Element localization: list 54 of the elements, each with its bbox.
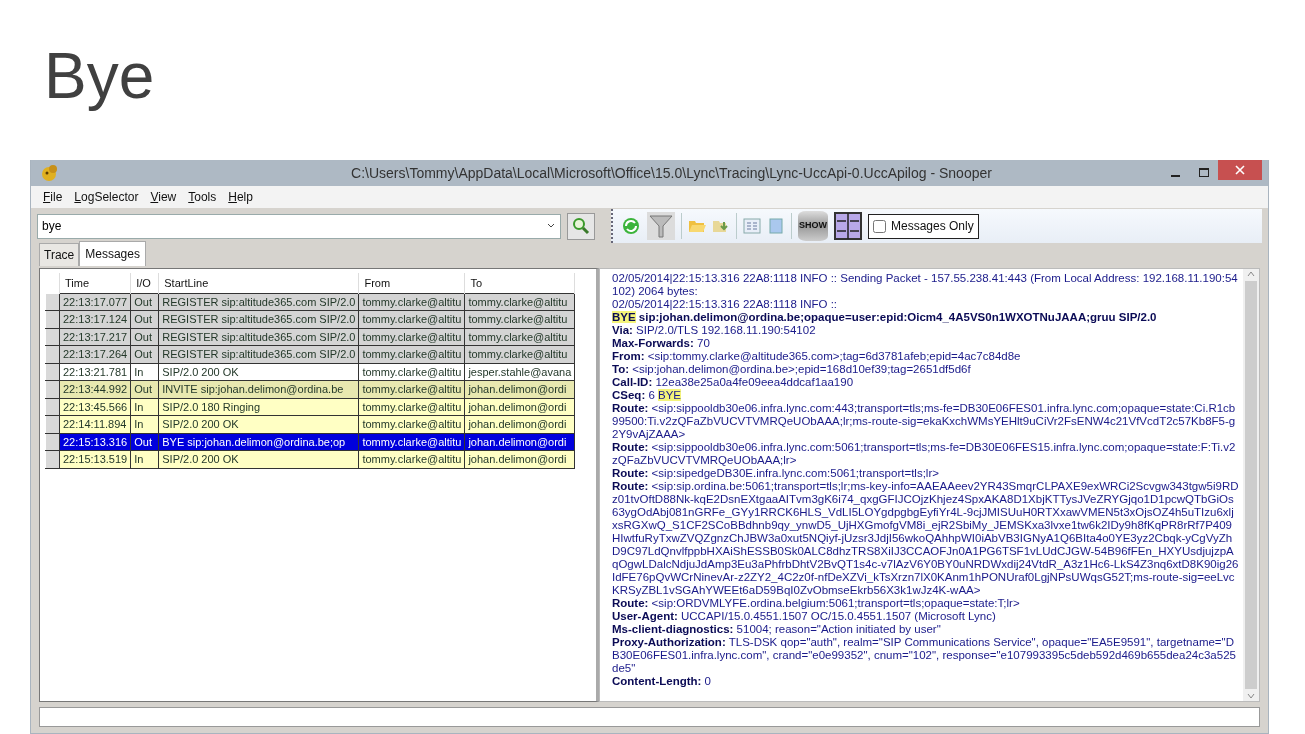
slide-title: Bye (43, 39, 156, 114)
message-line: From: <sip:tommy.clarke@altitude365.com>;tag=6d3781afeb;epid=4ac7c84d8e (612, 350, 1022, 363)
maximize-icon[interactable] (1198, 168, 1210, 178)
message-line: To: <sip:johan.delimon@ordina.be>;epid=168d10ef39;tag=2651df5d6f (612, 363, 972, 376)
scrollbar[interactable] (1243, 269, 1259, 701)
search-button[interactable] (567, 212, 595, 240)
tab[interactable]: Messages (79, 241, 146, 266)
messages-only-control[interactable]: Messages Only (868, 213, 979, 239)
refresh-icon[interactable] (621, 216, 641, 236)
menu-item[interactable]: Tools (184, 188, 221, 206)
close-icon[interactable] (1235, 165, 1245, 175)
message-line: BYE sip:johan.delimon@ordina.be;opaque=user:epid:Oicm4_4A5VS0n1WXOTNuJAAA;gruu SIP/2.0 (612, 311, 1158, 324)
table-cell: Out (130, 293, 159, 311)
message-line: Max-Forwards: 70 (612, 337, 711, 350)
message-line: 02/05/2014|22:15:13.316 22A8:1118 INFO :: (612, 298, 839, 311)
message-line: CSeq: 6 BYE (612, 389, 683, 402)
split-view-icon[interactable] (834, 212, 862, 240)
message-line: Route: <sip:sippooldb30e06.infra.lync.com:5061;transport=tls;ms-fe=DB30E06FES15.infra.lync.com;opaque=state:F:Ti.v2zQFaZbVUCVTVMRQeUObAAA;lr> (612, 441, 1237, 467)
column-header[interactable]: To (464, 273, 575, 293)
row-header[interactable] (45, 293, 60, 311)
table-cell: tommy.clarke@altitu (358, 293, 465, 311)
message-line: Route: <sip:ORDVMLYFE.ordina.belgium:5061;transport=tls;opaque=state:T;lr> (612, 597, 1021, 610)
show-database-button[interactable]: SHOW (798, 211, 828, 241)
menu-item[interactable]: View (146, 188, 181, 206)
column-header[interactable]: I/O (130, 273, 159, 293)
menu-item[interactable]: LogSelector (70, 188, 143, 206)
table-cell: REGISTER sip:altitude365.com SIP/2.0 (158, 293, 359, 311)
checkbox-label[interactable]: Messages Only (891, 217, 974, 235)
dropdown-caret-icon[interactable] (547, 223, 555, 230)
message-line: User-Agent: UCCAPI/15.0.4551.1507 OC/15.0.4551.1507 (Microsoft Lync) (612, 610, 997, 623)
message-line: 02/05/2014|22:15:13.316 22A8:1118 INFO :: Sending Packet - 157.55.238.41:443 (From Local Address: 192.168.11.190:54102) 2064 bytes: (612, 272, 1239, 298)
checkbox[interactable] (873, 219, 886, 233)
message-line: Call-ID: 12ea38e25a0a4fe09eea4ddcaf1aa190 (612, 376, 855, 389)
search-field[interactable]: bye (37, 213, 561, 239)
table-cell: 22:13:17.077 (59, 293, 131, 311)
menu-item[interactable]: File (39, 188, 67, 206)
column-header[interactable]: StartLine (158, 273, 359, 293)
window-title: C:\Users\Tommy\AppData\Local\Microsoft\Office\15.0\Lync\Tracing\Lync-UccApi-0.UccApilog - Snooper (350, 163, 993, 183)
folder-arrow-icon[interactable] (712, 218, 730, 234)
message-line: Via: SIP/2.0/TLS 192.168.11.190:54102 (612, 324, 817, 337)
column-header[interactable]: From (358, 273, 465, 293)
search-icon[interactable] (572, 217, 590, 235)
message-line: Route: <sip:sip.ordina.be:5061;transport=tls;lr;ms-key-info=AAEAAeev2YR43SmqrCLPAXE9exWRCi2Scvgw343tgw5i9RDz01tvOftD88Nk-kqE2DsnEXtgaaAITvm3gK6i74_qxgGFIJCOjzKhjez4SpxAKA8D1XbjKTTysJVeZRYGjqo1D1pcwQTbGiOs63ygOdAbj081nGRFe_GYy1RRCK6HLS_VdLI5LOYgdpgbgEyfiYr4L-9cjJMISUuH0RTXxawVMEN5t3xOjsOZ4h5uTIzu6xljxsRGXwQ_S1CF2SCoBBdhnb9qy_ynwD5_UjHXGmofgVM8i_ejR2SbiMy_JEMSKxa3lvxe1tw6k2IDy9h8fKqPR8rRf7P409HIwtfuRyTxwZVQZgnzChJBW3a0xut5NQiyf-jUzsr3JdjI56wkoQAhhpWI0iAbVB3IGNyA1Q6BIta4o0YE3yz2Cbqk-yCgVyZhD9C97LdQnvlfppbHXAiShESSB0Sk0ALC8dhzTRS8XiIJ3CCAOFJn0A1PG6TSF1vLUdCJGW-54B96fFEn_HXYUsdjujzpAqOgwLDalcNdjuJdAmp3Eu3aPhfrbDhtV2BvQT1s4c-v7lAzV6Y0BY0uNRDWxdij24VtdR_A3z1Hc6-LkS4Z3nq6xtD8K90ig26IdFE76pQvWCrNinevAr-z2ZY2_4C2z0f-nfDeXZVi_kTsXrzn7lX0KAnm1hPONUraf0LgjNPsUWqsG52T;ms-route-sig=eeLvcKRSyZBL1vSGAhYWEEt6aD59BqI0ZvObmseEkrb56X3k1wJz4K-wAA> (612, 480, 1239, 597)
menu-item[interactable]: Help (224, 188, 257, 206)
tab[interactable]: Trace (39, 243, 80, 266)
scroll-down-icon[interactable] (1247, 691, 1255, 701)
message-line: Route: <sip:sippooldb30e06.infra.lync.com:443;transport=tls;ms-fe=DB30E06FES01.infra.lync.com;opaque=state:Ci.R1cb99500:Ti.v2zQFaZbVUCVTVMRQeUObAAA;lr;ms-route-sig=ekaKxchWMsYEHlt9uCiVr2FsENW4c21VfVcdT2c57Kb8F5-g2Y9vAjZAAA> (612, 402, 1237, 441)
message-line: Content-Length: 0 (612, 675, 712, 688)
table-cell: tommy.clarke@altitu (464, 293, 575, 311)
message-line: Route: <sip:sipedgeDB30E.infra.lync.com:5061;transport=tls;lr> (612, 467, 940, 480)
message-line: Ms-client-diagnostics: 51004; reason="Action initiated by user" (612, 623, 942, 636)
message-line: Proxy-Authorization: TLS-DSK qop="auth", realm="SIP Communications Service", opaque="EA5E9591", targetname="DB30E06FES01.infra.lync.com", crand="e0e99352", cnum="102", response="e107993395c5deb592d469b655dea24c3a525de5" (612, 636, 1237, 675)
column-header[interactable]: Time (59, 273, 131, 293)
scroll-up-icon[interactable] (1247, 269, 1255, 279)
